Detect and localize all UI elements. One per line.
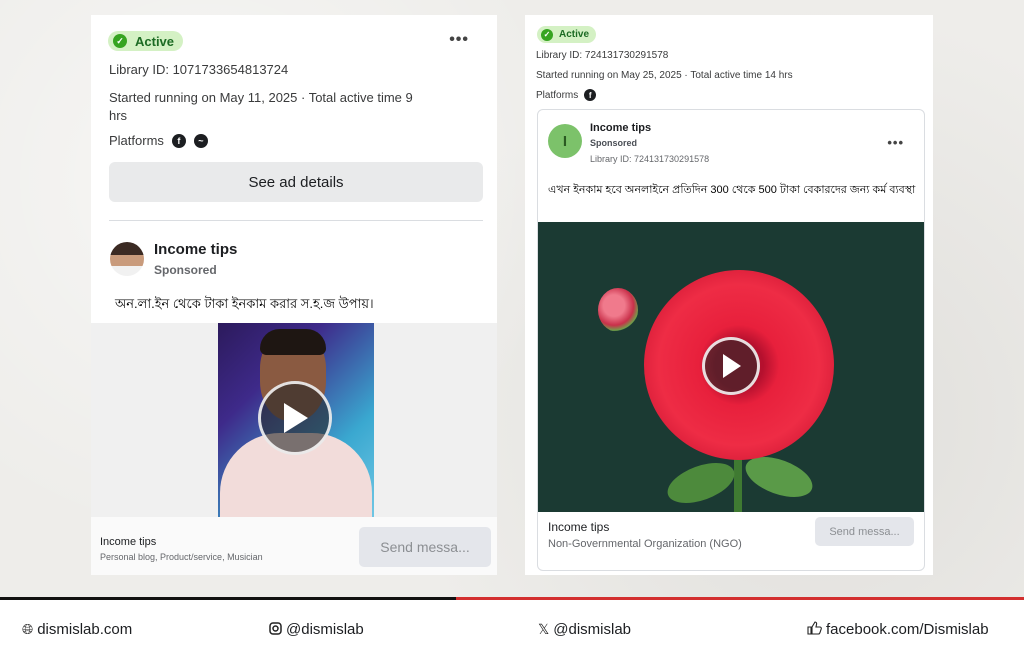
running-info: Started running on May 11, 2025 · Total … [109,90,413,123]
ad-video[interactable] [538,222,924,512]
ad-preview: I Income tips Sponsored Library ID: 7241… [537,109,925,571]
person-hair [260,329,326,355]
x-text: @dismislab [553,621,632,638]
x-icon: 𝕏 [538,621,550,637]
running-info: Started running on May 25, 2025 · Total … [536,70,793,81]
footer-page-category: Non-Governmental Organization (NGO) [548,538,742,550]
status-label: Active [559,29,590,40]
instagram-link[interactable]: @dismislab [269,621,364,638]
play-button[interactable] [258,381,332,455]
ad-card-left: ✓ Active ••• Library ID: 107173365481372… [91,15,497,575]
page-avatar[interactable] [110,242,144,276]
platforms-row: Platforms f [536,89,597,101]
flower-stem [734,452,742,512]
check-icon: ✓ [113,34,127,48]
platforms-row: Platforms f ~ [109,133,208,148]
ad-video[interactable] [218,323,374,517]
active-status-badge: ✓ Active [108,31,184,51]
send-message-button[interactable]: Send messa... [815,517,914,546]
sponsored-label: Sponsored [590,138,638,148]
ad-body-text: এখন ইনকাম হবে অনলাইনে প্রতিদিন 300 থেকে … [548,184,916,196]
more-options-button[interactable]: ••• [449,31,469,49]
footer-page-name: Income tips [100,536,157,548]
play-button[interactable] [702,337,760,395]
page-name[interactable]: Income tips [154,241,237,258]
flower-bud [598,288,638,332]
page-name[interactable]: Income tips [590,122,651,134]
check-icon: ✓ [541,28,553,41]
website-link[interactable]: 🌐︎ dismislab.com [22,621,132,638]
inner-library-id: Library ID: 724131730291578 [590,154,710,164]
play-icon [723,354,741,378]
footer-page-name: Income tips [548,520,610,534]
facebook-text: facebook.com/Dismislab [826,621,989,638]
footer-page-category: Personal blog, Product/service, Musician [100,552,263,562]
send-message-button[interactable]: Send messa... [359,527,491,567]
play-icon [284,403,308,433]
social-footer: 🌐︎ dismislab.com @dismislab 𝕏 @dismislab… [0,600,1024,659]
more-options-button[interactable]: ••• [887,135,904,150]
messenger-icon: ~ [193,133,208,148]
platforms-label: Platforms [109,133,164,148]
divider [109,220,483,221]
active-status-badge: ✓ Active [537,26,597,43]
globe-icon: 🌐︎ [22,621,34,637]
status-label: Active [135,33,175,49]
facebook-icon: f [584,89,597,101]
instagram-text: @dismislab [286,621,364,638]
sponsored-label: Sponsored [154,263,217,277]
ad-footer: Income tips Personal blog, Product/servi… [91,517,497,575]
library-id: Library ID: 724131730291578 [536,50,669,61]
ad-body-text: অন.লা.ইন থেকে টাকা ইনকাম করার স.হ.জ উপায… [115,296,374,311]
instagram-icon [269,621,282,638]
facebook-link[interactable]: facebook.com/Dismislab [807,621,989,638]
flower-leaf [662,455,740,511]
x-link[interactable]: 𝕏 @dismislab [538,621,631,638]
platforms-label: Platforms [536,89,579,101]
facebook-icon: f [171,133,186,148]
library-id: Library ID: 1071733654813724 [109,62,289,77]
page-avatar[interactable]: I [548,124,582,158]
see-ad-details-button[interactable]: See ad details [109,162,483,202]
website-text: dismislab.com [37,621,133,638]
thumbs-up-icon [807,621,822,638]
ad-card-right: ✓ Active Library ID: 724131730291578 Sta… [525,15,933,575]
